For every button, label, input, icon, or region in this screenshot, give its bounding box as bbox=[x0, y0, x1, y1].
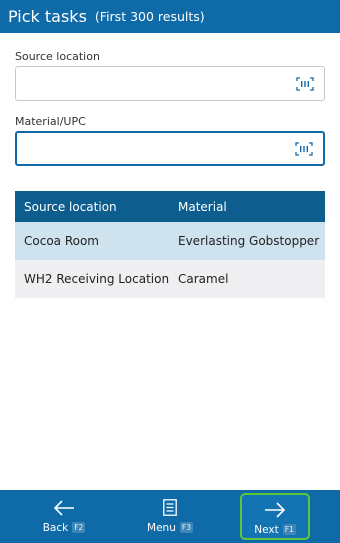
next-label: Next bbox=[254, 524, 279, 536]
material-upc-input[interactable] bbox=[17, 133, 287, 164]
barcode-scan-icon[interactable] bbox=[296, 76, 314, 91]
arrow-left-icon bbox=[53, 500, 74, 516]
back-button[interactable]: Back F2 bbox=[34, 493, 94, 540]
menu-list-icon bbox=[163, 499, 177, 516]
cell-material: Everlasting Gobstopper bbox=[178, 234, 320, 248]
barcode-scan-icon[interactable] bbox=[295, 141, 313, 156]
menu-button[interactable]: Menu F3 bbox=[140, 493, 200, 540]
material-upc-label: Material/UPC bbox=[15, 115, 86, 128]
next-shortcut-key: F1 bbox=[282, 524, 296, 535]
table-row[interactable]: WH2 Receiving Location Caramel bbox=[15, 260, 325, 298]
app-header: Pick tasks (First 300 results) bbox=[0, 0, 340, 33]
cell-material: Caramel bbox=[178, 272, 229, 286]
menu-shortcut-key: F3 bbox=[179, 522, 193, 533]
table-row[interactable]: Cocoa Room Everlasting Gobstopper bbox=[15, 222, 325, 260]
footer-toolbar: Back F2 Menu F3 Next F1 bbox=[0, 490, 340, 543]
table-header: Source location Material bbox=[15, 191, 325, 222]
page-title: Pick tasks bbox=[8, 7, 87, 26]
next-button[interactable]: Next F1 bbox=[240, 493, 310, 540]
menu-label: Menu bbox=[147, 522, 176, 534]
pick-tasks-table: Source location Material Cocoa Room Ever… bbox=[15, 191, 325, 298]
source-location-field[interactable] bbox=[15, 66, 325, 101]
cell-source-location: Cocoa Room bbox=[24, 234, 99, 248]
material-upc-field[interactable] bbox=[15, 131, 325, 166]
back-shortcut-key: F2 bbox=[72, 522, 86, 533]
column-header-source-location: Source location bbox=[24, 199, 117, 214]
page-subtitle: (First 300 results) bbox=[94, 9, 205, 24]
source-location-label: Source location bbox=[15, 50, 100, 63]
cell-source-location: WH2 Receiving Location bbox=[24, 272, 169, 286]
column-header-material: Material bbox=[178, 199, 227, 214]
source-location-input[interactable] bbox=[16, 67, 286, 100]
arrow-right-icon bbox=[265, 502, 286, 518]
back-label: Back bbox=[42, 522, 69, 534]
